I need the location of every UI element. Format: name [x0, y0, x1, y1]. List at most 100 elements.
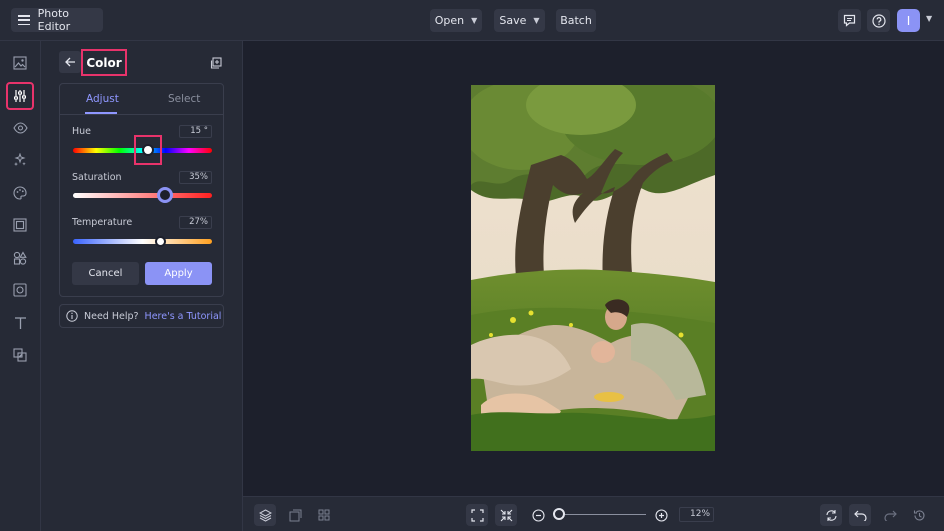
zoom-in-icon — [654, 508, 668, 522]
rail-adjust[interactable] — [6, 82, 34, 110]
open-label: Open — [434, 14, 465, 27]
zoom-value-input[interactable]: 12% — [679, 507, 714, 522]
history-icon — [913, 509, 925, 521]
chevron-down-icon: ▼ — [533, 16, 540, 25]
sync-button[interactable] — [820, 504, 842, 526]
top-bar: Photo Editor Open ▼ Save ▼ Batch I ▼ — [0, 0, 944, 41]
arrow-left-icon — [64, 57, 75, 67]
rail-image[interactable] — [8, 51, 32, 75]
zoom-unit: % — [701, 509, 710, 519]
chevron-down-icon[interactable]: ▼ — [926, 14, 932, 23]
palette-icon — [13, 186, 27, 200]
saturation-value: 35 — [189, 172, 200, 182]
eye-icon — [12, 122, 28, 134]
batch-button[interactable]: Batch — [556, 9, 596, 32]
back-button[interactable] — [59, 51, 81, 73]
temperature-unit: % — [199, 217, 208, 227]
tab-adjust[interactable]: Adjust — [86, 93, 119, 105]
expand-icon — [470, 508, 484, 522]
panel-title: Color — [81, 49, 127, 76]
saturation-label: Saturation — [72, 172, 122, 183]
save-label: Save — [499, 14, 527, 27]
avatar[interactable]: I — [897, 9, 920, 32]
help-box: Need Help? Here's a Tutorial — [59, 304, 224, 328]
fit-screen-button[interactable] — [466, 504, 488, 526]
comment-icon — [843, 14, 856, 27]
temperature-value-input[interactable]: 27% — [179, 216, 212, 229]
shrink-icon — [500, 509, 512, 521]
canvas-photo[interactable] — [471, 85, 715, 451]
temperature-slider-track[interactable] — [73, 239, 212, 244]
image-icon — [13, 56, 27, 70]
hue-value-input[interactable]: 15 ° — [179, 125, 212, 138]
photo-image — [471, 85, 715, 451]
zoom-value: 12 — [689, 509, 702, 519]
rail-view[interactable] — [8, 116, 32, 140]
undo-icon — [853, 510, 867, 521]
sync-icon — [825, 509, 837, 521]
rail-frames[interactable] — [8, 213, 32, 237]
info-icon — [66, 310, 78, 322]
saturation-unit: % — [199, 172, 208, 182]
chevron-down-icon: ▼ — [471, 16, 478, 25]
frame-icon — [13, 218, 27, 232]
adjust-card: Adjust Select Hue 15 ° Saturation 35% Te… — [59, 83, 224, 297]
save-button[interactable]: Save ▼ — [494, 9, 545, 32]
layers-button[interactable] — [254, 504, 276, 526]
apply-button[interactable]: Apply — [145, 262, 212, 285]
sliders-icon — [14, 90, 26, 102]
open-button[interactable]: Open ▼ — [430, 9, 482, 32]
avatar-initial: I — [906, 13, 911, 28]
tab-select[interactable]: Select — [168, 93, 200, 105]
redo-icon — [883, 510, 897, 521]
duplicate-button[interactable] — [209, 55, 222, 74]
rail-graphics[interactable] — [8, 246, 32, 270]
actual-size-button[interactable] — [495, 504, 517, 526]
tool-rail — [0, 41, 41, 531]
overlay-icon — [13, 348, 27, 362]
app-menu-button[interactable]: Photo Editor — [11, 7, 103, 33]
texture-icon — [13, 283, 27, 297]
hamburger-icon — [18, 15, 30, 25]
history-button[interactable] — [908, 504, 930, 526]
saturation-slider-track[interactable] — [73, 193, 212, 198]
app-title: Photo Editor — [37, 7, 71, 33]
grid-icon — [318, 509, 330, 521]
hue-label: Hue — [72, 126, 92, 137]
temperature-value: 27 — [189, 217, 200, 227]
zoom-out-icon — [531, 508, 545, 522]
zoom-in-button[interactable] — [650, 504, 672, 526]
temperature-label: Temperature — [72, 217, 133, 228]
tab-divider — [60, 114, 223, 115]
rail-overlays[interactable] — [8, 343, 32, 367]
zoom-out-button[interactable] — [527, 504, 549, 526]
undo-button[interactable] — [849, 504, 871, 526]
sparkle-icon — [14, 153, 26, 166]
bottom-bar: 12% — [243, 496, 944, 531]
cancel-button[interactable]: Cancel — [72, 262, 139, 285]
saturation-value-input[interactable]: 35% — [179, 171, 212, 184]
text-icon — [14, 317, 26, 329]
redo-button[interactable] — [879, 504, 901, 526]
saturation-slider-thumb[interactable] — [156, 187, 173, 203]
hue-slider-thumb[interactable] — [142, 144, 155, 156]
shapes-icon — [13, 251, 27, 265]
grid-button[interactable] — [313, 504, 335, 526]
color-panel: Color Adjust Select Hue 15 ° Saturation … — [41, 41, 243, 531]
hue-value: 15 — [190, 126, 202, 136]
zoom-slider-track[interactable] — [556, 514, 646, 515]
temperature-slider-thumb[interactable] — [155, 236, 167, 247]
tutorial-link[interactable]: Here's a Tutorial — [145, 311, 222, 322]
help-button[interactable] — [867, 9, 890, 32]
replace-image-button[interactable] — [284, 504, 306, 526]
rail-textures[interactable] — [8, 278, 32, 302]
layers-icon — [258, 508, 272, 522]
rail-text[interactable] — [8, 311, 32, 335]
rail-artsy[interactable] — [8, 181, 32, 205]
duplicate-icon — [210, 57, 222, 69]
replace-image-icon — [289, 509, 301, 521]
zoom-slider-thumb[interactable] — [553, 508, 565, 520]
comment-button[interactable] — [838, 9, 861, 32]
rail-effects[interactable] — [8, 148, 32, 172]
batch-label: Batch — [560, 14, 592, 27]
